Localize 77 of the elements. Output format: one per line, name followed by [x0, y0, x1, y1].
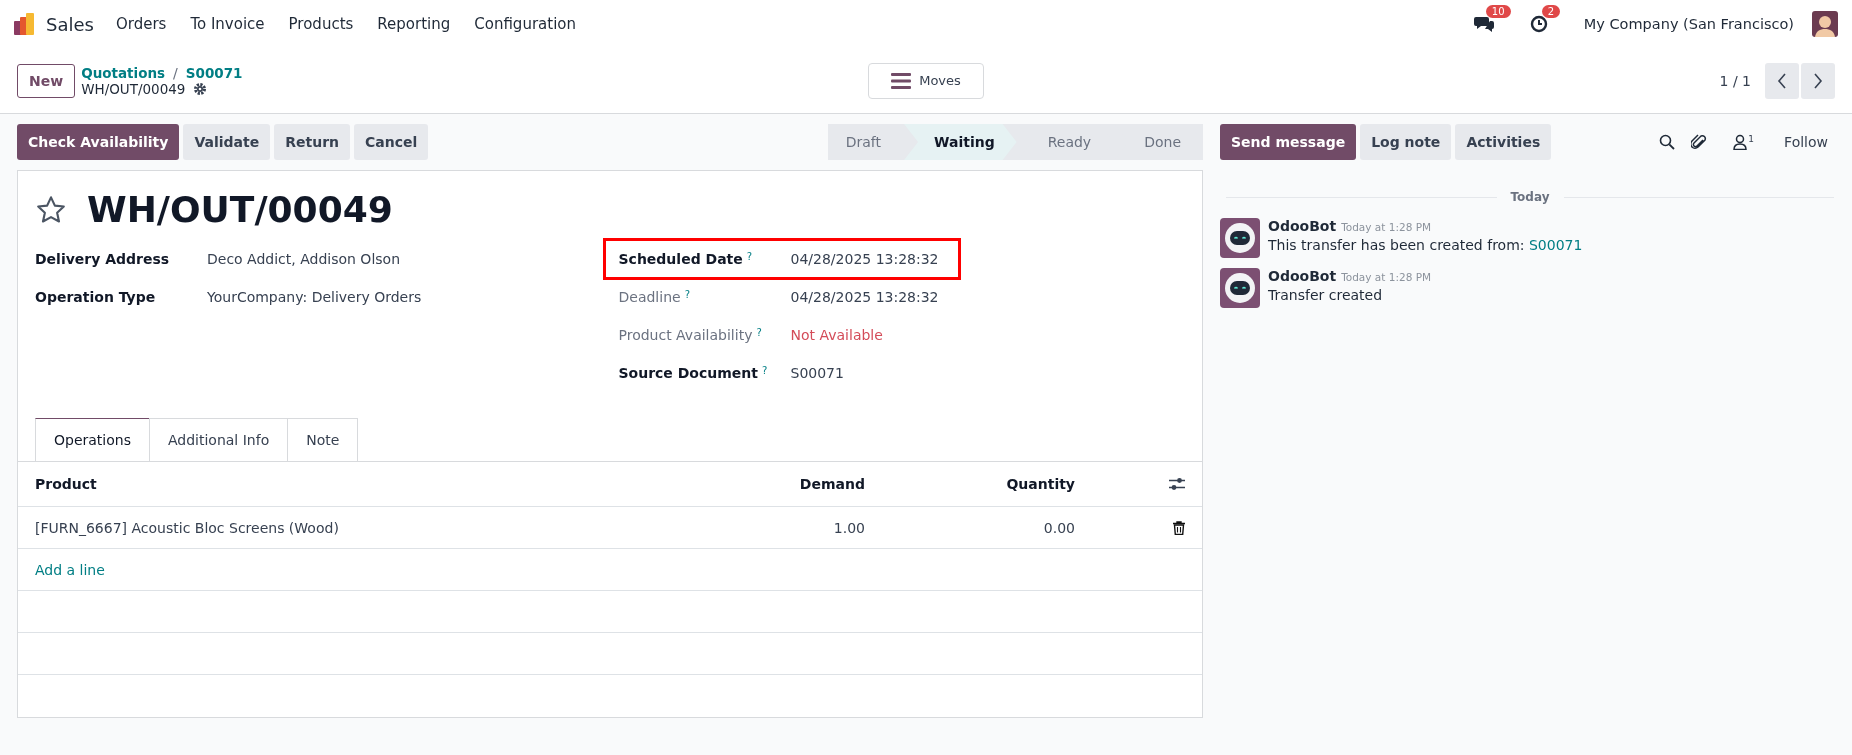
action-button[interactable]: Validate [183, 124, 271, 160]
help-tooltip-icon[interactable]: ? [756, 327, 762, 338]
message-text: Transfer created [1268, 287, 1383, 303]
activity-count-badge: 2 [1541, 5, 1561, 18]
action-button[interactable]: Check Availability [17, 124, 180, 160]
clock-icon[interactable] [1529, 15, 1548, 33]
app-logo-icon[interactable] [14, 13, 36, 35]
help-tooltip-icon[interactable]: ? [746, 251, 753, 262]
menu-item[interactable]: Configuration [474, 15, 576, 33]
action-button[interactable]: Cancel [354, 124, 429, 160]
record-name: WH/OUT/00049 [81, 80, 186, 97]
next-button[interactable] [1801, 62, 1835, 99]
menu-item[interactable]: Orders [115, 15, 167, 33]
search-icon[interactable] [1659, 134, 1676, 150]
bot-avatar-icon [1220, 218, 1260, 258]
new-button[interactable]: New [17, 63, 76, 98]
chatter-button[interactable]: Activities [1455, 124, 1552, 160]
help-tooltip-icon[interactable]: ? [684, 289, 690, 300]
pager-value: 1 / 1 [1719, 72, 1751, 89]
chevron-left-icon [1777, 72, 1787, 89]
message-time: Today at 1:28 PM [1341, 271, 1432, 283]
message-author[interactable]: OdooBot [1268, 268, 1337, 284]
message-author[interactable]: OdooBot [1268, 218, 1337, 234]
field-value[interactable]: 04/28/2025 13:28:32 [790, 289, 939, 305]
field-value[interactable]: YourCompany: Delivery Orders [207, 289, 422, 305]
tab[interactable]: Operations [35, 418, 150, 461]
breadcrumb-link[interactable]: S00071 [185, 64, 243, 81]
app-name[interactable]: Sales [46, 13, 94, 35]
field-value[interactable]: Not Available [790, 327, 883, 343]
settings-icon[interactable] [193, 81, 208, 96]
tab[interactable]: Note [287, 418, 359, 461]
message-text: This transfer has been created from: [1268, 237, 1526, 253]
column-settings-icon[interactable] [1169, 477, 1185, 491]
source-link[interactable]: S00071 [1528, 237, 1583, 253]
action-button[interactable]: Return [274, 124, 350, 160]
status-stage[interactable]: Waiting [904, 124, 1017, 160]
field-label: Deadline [618, 289, 681, 305]
add-line-link[interactable]: Add a line [35, 561, 1185, 578]
field-value[interactable]: 04/28/2025 13:28:32 [790, 251, 939, 267]
message-time: Today at 1:28 PM [1341, 221, 1432, 233]
field-label: Product Availability [618, 327, 753, 343]
menu-item[interactable]: Products [288, 15, 354, 33]
field-label: Source Document [618, 365, 758, 381]
message-count-badge: 10 [1485, 5, 1511, 18]
field-value[interactable]: S00071 [790, 365, 844, 381]
table-cell-text: [FURN_6667] Acoustic Bloc Screens (Wood) [35, 519, 340, 536]
follower-count: 1 [1748, 134, 1755, 144]
column-header[interactable]: Product [35, 476, 715, 492]
follow-button[interactable]: Follow [1778, 133, 1834, 151]
date-divider: Today [1510, 190, 1550, 204]
chevron-right-icon [1813, 72, 1823, 89]
field-value[interactable]: Deco Addict, Addison Olson [207, 251, 400, 267]
person-icon[interactable] [1733, 134, 1748, 150]
menu-item[interactable]: Reporting [377, 15, 451, 33]
table-cell-text: 0.00 [1042, 519, 1075, 536]
field-label: Scheduled Date [618, 251, 743, 267]
delete-icon[interactable] [1173, 520, 1185, 535]
menu-item[interactable]: To Invoice [190, 15, 265, 33]
moves-button[interactable]: Moves [868, 62, 984, 99]
company-name[interactable]: My Company (San Francisco) [1583, 16, 1794, 32]
chatter-button[interactable]: Log note [1360, 124, 1452, 160]
record-title: WH/OUT/00049 [87, 189, 393, 230]
help-tooltip-icon[interactable]: ? [762, 365, 768, 376]
user-avatar-icon[interactable] [1812, 11, 1838, 37]
breadcrumb-link[interactable]: Quotations [81, 64, 166, 81]
column-header[interactable]: Demand [715, 476, 865, 492]
field-label: Operation Type [35, 289, 156, 305]
menu-icon [891, 72, 912, 89]
breadcrumb-separator: / [173, 64, 178, 81]
paperclip-icon[interactable] [1691, 133, 1708, 151]
bot-avatar-icon [1220, 268, 1260, 308]
chatter-button[interactable]: Send message [1220, 124, 1357, 160]
column-header[interactable]: Quantity [865, 476, 1075, 492]
table-cell-text: 1.00 [832, 519, 865, 536]
chat-icon[interactable] [1473, 15, 1494, 33]
field-label: Delivery Address [35, 251, 170, 267]
previous-button[interactable] [1765, 62, 1799, 99]
